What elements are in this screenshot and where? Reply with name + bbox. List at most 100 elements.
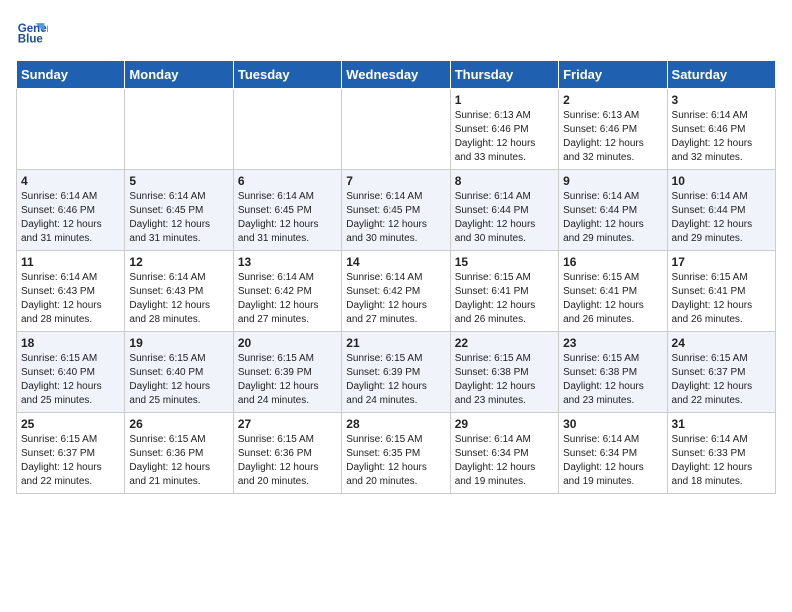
day-info: Sunrise: 6:14 AMSunset: 6:44 PMDaylight:…	[563, 190, 662, 246]
svg-text:Blue: Blue	[18, 34, 44, 46]
day-info: Sunrise: 6:14 AMSunset: 6:45 PMDaylight:…	[346, 190, 445, 246]
day-number: 2	[563, 93, 662, 107]
day-number: 13	[238, 255, 337, 269]
day-info: Sunrise: 6:15 AMSunset: 6:39 PMDaylight:…	[346, 352, 445, 408]
week-row-4: 18 Sunrise: 6:15 AMSunset: 6:40 PMDayligh…	[17, 332, 776, 413]
day-number: 23	[563, 336, 662, 350]
day-number: 6	[238, 174, 337, 188]
day-number: 16	[563, 255, 662, 269]
week-row-2: 4 Sunrise: 6:14 AMSunset: 6:46 PMDaylight…	[17, 170, 776, 251]
day-info: Sunrise: 6:15 AMSunset: 6:37 PMDaylight:…	[21, 433, 120, 489]
day-cell: 1Sunrise: 6:13 AMSunset: 6:46 PMDaylight…	[450, 89, 558, 170]
day-cell: 24 Sunrise: 6:15 AMSunset: 6:37 PMDayligh…	[667, 332, 775, 413]
day-info: Sunrise: 6:14 AMSunset: 6:46 PMDaylight:…	[21, 190, 120, 246]
day-number: 15	[455, 255, 554, 269]
day-number: 12	[129, 255, 228, 269]
day-info: Sunrise: 6:14 AMSunset: 6:33 PMDaylight:…	[672, 433, 771, 489]
day-number: 26	[129, 417, 228, 431]
day-info: Sunrise: 6:14 AMSunset: 6:43 PMDaylight:…	[21, 271, 120, 327]
header-cell-saturday: Saturday	[667, 61, 775, 89]
day-number: 18	[21, 336, 120, 350]
calendar-table: SundayMondayTuesdayWednesdayThursdayFrid…	[16, 60, 776, 494]
day-cell: 13 Sunrise: 6:14 AMSunset: 6:42 PMDayligh…	[233, 251, 341, 332]
day-cell: 10 Sunrise: 6:14 AMSunset: 6:44 PMDayligh…	[667, 170, 775, 251]
week-row-1: 1Sunrise: 6:13 AMSunset: 6:46 PMDaylight…	[17, 89, 776, 170]
day-cell: 25 Sunrise: 6:15 AMSunset: 6:37 PMDayligh…	[17, 413, 125, 494]
header-cell-thursday: Thursday	[450, 61, 558, 89]
day-number: 22	[455, 336, 554, 350]
day-info: Sunrise: 6:14 AMSunset: 6:45 PMDaylight:…	[238, 190, 337, 246]
week-row-5: 25 Sunrise: 6:15 AMSunset: 6:37 PMDayligh…	[17, 413, 776, 494]
day-info: Sunrise: 6:15 AMSunset: 6:35 PMDaylight:…	[346, 433, 445, 489]
day-number: 31	[672, 417, 771, 431]
day-cell: 31 Sunrise: 6:14 AMSunset: 6:33 PMDayligh…	[667, 413, 775, 494]
day-info: Sunrise: 6:14 AMSunset: 6:45 PMDaylight:…	[129, 190, 228, 246]
day-cell: 21 Sunrise: 6:15 AMSunset: 6:39 PMDayligh…	[342, 332, 450, 413]
day-info: Sunrise: 6:14 AMSunset: 6:42 PMDaylight:…	[238, 271, 337, 327]
day-cell: 15 Sunrise: 6:15 AMSunset: 6:41 PMDayligh…	[450, 251, 558, 332]
day-number: 14	[346, 255, 445, 269]
day-number: 21	[346, 336, 445, 350]
header-cell-monday: Monday	[125, 61, 233, 89]
calendar-header: SundayMondayTuesdayWednesdayThursdayFrid…	[17, 61, 776, 89]
header-cell-tuesday: Tuesday	[233, 61, 341, 89]
day-info: Sunrise: 6:14 AMSunset: 6:34 PMDaylight:…	[563, 433, 662, 489]
day-cell: 27 Sunrise: 6:15 AMSunset: 6:36 PMDayligh…	[233, 413, 341, 494]
day-cell	[125, 89, 233, 170]
day-number: 17	[672, 255, 771, 269]
day-cell: 8 Sunrise: 6:14 AMSunset: 6:44 PMDaylight…	[450, 170, 558, 251]
page-header: General Blue	[16, 16, 776, 48]
logo: General Blue	[16, 16, 48, 48]
day-cell	[342, 89, 450, 170]
day-cell: 7 Sunrise: 6:14 AMSunset: 6:45 PMDaylight…	[342, 170, 450, 251]
day-info: Sunrise: 6:15 AMSunset: 6:41 PMDaylight:…	[672, 271, 771, 327]
day-cell: 11Sunrise: 6:14 AMSunset: 6:43 PMDayligh…	[17, 251, 125, 332]
day-info: Sunrise: 6:15 AMSunset: 6:40 PMDaylight:…	[21, 352, 120, 408]
day-number: 27	[238, 417, 337, 431]
day-number: 20	[238, 336, 337, 350]
day-number: 10	[672, 174, 771, 188]
day-cell	[233, 89, 341, 170]
day-cell: 12 Sunrise: 6:14 AMSunset: 6:43 PMDayligh…	[125, 251, 233, 332]
day-info: Sunrise: 6:15 AMSunset: 6:36 PMDaylight:…	[238, 433, 337, 489]
day-info: Sunrise: 6:14 AMSunset: 6:44 PMDaylight:…	[672, 190, 771, 246]
day-number: 19	[129, 336, 228, 350]
day-info: Sunrise: 6:14 AMSunset: 6:34 PMDaylight:…	[455, 433, 554, 489]
day-number: 7	[346, 174, 445, 188]
day-number: 29	[455, 417, 554, 431]
day-info: Sunrise: 6:15 AMSunset: 6:40 PMDaylight:…	[129, 352, 228, 408]
day-number: 28	[346, 417, 445, 431]
day-info: Sunrise: 6:14 AMSunset: 6:42 PMDaylight:…	[346, 271, 445, 327]
day-number: 9	[563, 174, 662, 188]
day-number: 24	[672, 336, 771, 350]
day-number: 5	[129, 174, 228, 188]
day-info: Sunrise: 6:15 AMSunset: 6:41 PMDaylight:…	[455, 271, 554, 327]
day-cell: 3Sunrise: 6:14 AMSunset: 6:46 PMDaylight…	[667, 89, 775, 170]
day-info: Sunrise: 6:15 AMSunset: 6:38 PMDaylight:…	[563, 352, 662, 408]
day-number: 4	[21, 174, 120, 188]
header-row: SundayMondayTuesdayWednesdayThursdayFrid…	[17, 61, 776, 89]
day-info: Sunrise: 6:13 AMSunset: 6:46 PMDaylight:…	[563, 109, 662, 165]
day-cell: 28 Sunrise: 6:15 AMSunset: 6:35 PMDayligh…	[342, 413, 450, 494]
day-cell: 22 Sunrise: 6:15 AMSunset: 6:38 PMDayligh…	[450, 332, 558, 413]
day-cell: 16Sunrise: 6:15 AMSunset: 6:41 PMDayligh…	[559, 251, 667, 332]
day-cell: 2 Sunrise: 6:13 AMSunset: 6:46 PMDaylight…	[559, 89, 667, 170]
day-number: 25	[21, 417, 120, 431]
day-cell: 23 Sunrise: 6:15 AMSunset: 6:38 PMDayligh…	[559, 332, 667, 413]
header-cell-friday: Friday	[559, 61, 667, 89]
day-info: Sunrise: 6:14 AMSunset: 6:43 PMDaylight:…	[129, 271, 228, 327]
day-number: 8	[455, 174, 554, 188]
day-info: Sunrise: 6:15 AMSunset: 6:39 PMDaylight:…	[238, 352, 337, 408]
day-cell: 9 Sunrise: 6:14 AMSunset: 6:44 PMDaylight…	[559, 170, 667, 251]
day-cell: 18 Sunrise: 6:15 AMSunset: 6:40 PMDayligh…	[17, 332, 125, 413]
day-cell: 4 Sunrise: 6:14 AMSunset: 6:46 PMDaylight…	[17, 170, 125, 251]
day-cell: 29 Sunrise: 6:14 AMSunset: 6:34 PMDayligh…	[450, 413, 558, 494]
day-info: Sunrise: 6:15 AMSunset: 6:37 PMDaylight:…	[672, 352, 771, 408]
day-cell: 5 Sunrise: 6:14 AMSunset: 6:45 PMDaylight…	[125, 170, 233, 251]
logo-icon: General Blue	[16, 16, 48, 48]
week-row-3: 11Sunrise: 6:14 AMSunset: 6:43 PMDayligh…	[17, 251, 776, 332]
day-info: Sunrise: 6:13 AMSunset: 6:46 PMDaylight:…	[455, 109, 554, 165]
day-info: Sunrise: 6:14 AMSunset: 6:44 PMDaylight:…	[455, 190, 554, 246]
day-cell: 19 Sunrise: 6:15 AMSunset: 6:40 PMDayligh…	[125, 332, 233, 413]
day-info: Sunrise: 6:15 AMSunset: 6:38 PMDaylight:…	[455, 352, 554, 408]
